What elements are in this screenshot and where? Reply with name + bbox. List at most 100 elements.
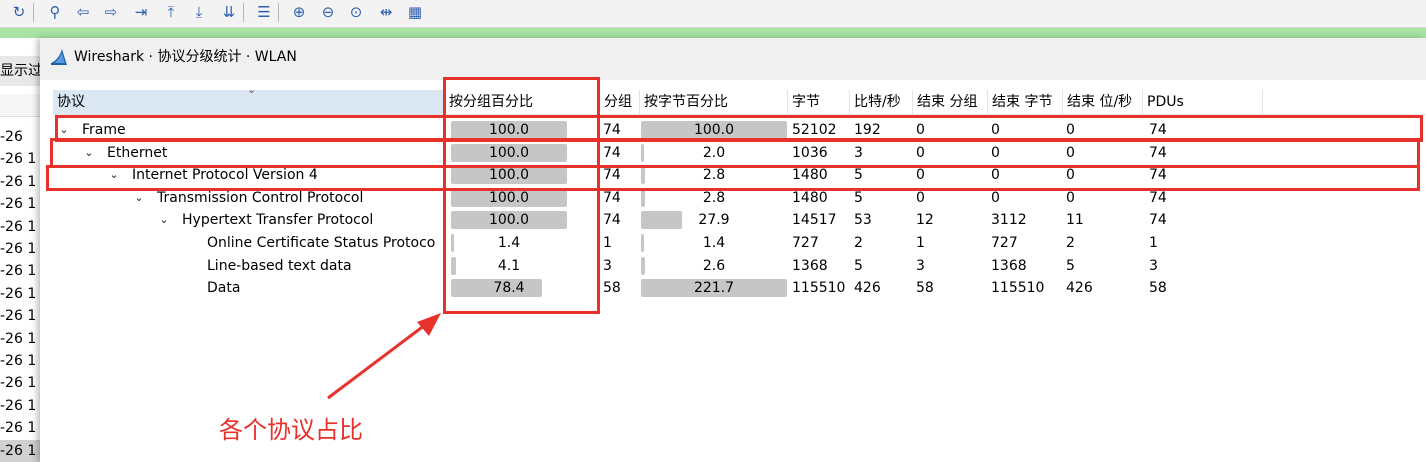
packets-cell: 58 [603,280,621,297]
resize-columns-icon[interactable]: ⇹ [375,1,397,23]
go-back-icon[interactable]: ⇦ [72,1,94,23]
bits-per-sec-cell: 53 [854,212,872,229]
table-row[interactable]: Data 78.4 221.7 58 115510 426 58 115510 426 58 [53,277,1426,299]
header-col-end-bytes[interactable]: 结束 字节 [988,90,1063,114]
packet-list-row[interactable]: -26 1 [0,350,40,372]
highlight-box-percent-column [443,77,600,314]
percent-bytes-bar: 27.9 [641,211,787,230]
table-row[interactable]: ⌄ Hypertext Transfer Protocol 100.0 27.9 74 1… [53,209,1426,231]
packet-list-row[interactable]: -26 1 [0,148,40,170]
end-bytes-cell: 727 [991,235,1018,251]
main-toolbar: ↻ ⚲ ⇦ ⇨ ⇥ ⤒ ⤓ ⇊ ☰ ⊕ ⊖ ⊙ ⇹ ▦ [0,0,1426,28]
packets-cell: 3 [603,257,612,274]
reload-icon[interactable]: ↻ [8,1,30,23]
bits-per-sec-cell: 5 [854,257,863,274]
end-bytes-cell: 115510 [991,280,1045,297]
window-title: Wireshark · 协议分级统计 · WLAN [74,49,297,65]
expand-chevron-icon[interactable]: ⌄ [157,209,171,231]
end-bytes-cell: 3112 [991,212,1027,229]
toolbar-separator [278,3,279,22]
packet-list-row[interactable]: -26 1 [0,372,40,394]
packet-list-header [0,94,40,117]
highlight-box-ipv4-row [46,165,1420,191]
bytes-cell: 115510 [792,280,846,297]
zoom-out-icon[interactable]: ⊖ [317,1,339,23]
end-bits-per-sec-cell: 11 [1066,212,1084,229]
packet-list-row[interactable]: -26 1 [0,305,40,327]
first-packet-icon[interactable]: ⤒ [160,1,182,23]
packet-list-row[interactable]: -26 1 [0,193,40,215]
end-bits-per-sec-cell: 2 [1066,235,1075,251]
packet-list-row[interactable]: -26 1 [0,216,40,238]
pdus-cell: 74 [1149,212,1167,229]
bits-per-sec-cell: 2 [854,235,863,251]
packet-list-row[interactable]: -26 1 [0,395,40,417]
table-row[interactable]: Online Certificate Status Protoco 1.4 1.4 1… [53,232,1426,254]
end-bits-per-sec-cell: 426 [1066,280,1093,297]
end-packets-cell: 1 [916,235,925,251]
window-titlebar[interactable]: Wireshark · 协议分级统计 · WLAN [40,38,1426,80]
packet-list-row[interactable]: -26 1 [0,238,40,260]
highlight-box-ethernet-row [50,138,1420,168]
packets-cell: 1 [603,235,612,251]
percent-bytes-bar-value: 2.6 [702,257,726,274]
pdus-cell: 3 [1149,257,1158,274]
grid-icon[interactable]: ▦ [404,1,426,23]
end-packets-cell: 3 [916,257,925,274]
packet-list-row[interactable]: -26 [0,126,40,148]
annotation-label: 各个协议占比 [219,416,363,444]
bytes-cell: 14517 [792,212,837,229]
normal-size-icon[interactable]: ⊙ [345,1,367,23]
end-bytes-cell: 1368 [991,257,1027,274]
percent-bytes-bar-value: 1.4 [702,235,726,251]
packet-list-row[interactable]: -26 1 [0,328,40,350]
colorize-icon[interactable]: ☰ [253,1,275,23]
autoscroll-icon[interactable]: ⇊ [218,1,240,23]
protocol-hierarchy-window: Wireshark · 协议分级统计 · WLAN 协议 按分组百分比 分组 按字节百… [40,38,1426,462]
toolbar-separator [243,3,244,22]
percent-bytes-bar: 1.4 [641,234,787,252]
go-to-packet-icon[interactable]: ⇥ [130,1,152,23]
header-col-packets[interactable]: 分组 [600,90,640,114]
packets-cell: 74 [603,212,621,229]
percent-bytes-bar-value: 221.7 [693,280,735,297]
packet-list-row[interactable]: -26 1 [0,439,40,462]
bits-per-sec-cell: 426 [854,280,881,297]
header-col-bytes[interactable]: 字节 [788,90,850,114]
pdus-cell: 1 [1149,235,1158,251]
header-col-end-packets[interactable]: 结束 分组 [913,90,988,114]
packet-list-row[interactable]: -26 1 [0,171,40,193]
display-filter-bar [0,28,1426,38]
end-packets-cell: 12 [916,212,934,229]
pdus-cell: 58 [1149,280,1167,297]
packet-list-row[interactable]: -26 1 [0,260,40,282]
wireshark-fin-icon [51,49,67,65]
protocol-name: Hypertext Transfer Protocol [182,212,374,229]
percent-bytes-bar: 2.6 [641,256,787,275]
protocol-name: Line-based text data [207,257,352,274]
bytes-cell: 1368 [792,257,828,274]
end-packets-cell: 58 [916,280,934,297]
table-header: 协议 按分组百分比 分组 按字节百分比 字节 比特/秒 结束 分组 结束 字节 结束 位/秒 PD… [53,83,1426,115]
table-row[interactable]: Line-based text data 4.1 2.6 3 1368 5 3 1368 5 3 [53,255,1426,277]
bytes-cell: 727 [792,235,819,251]
percent-bytes-bar-value: 2.8 [702,189,726,206]
protocol-name: Data [207,280,241,297]
find-icon[interactable]: ⚲ [44,1,66,23]
header-col-pdus[interactable]: PDUs [1143,90,1263,114]
percent-bytes-bar-value: 27.9 [698,212,730,229]
last-packet-icon[interactable]: ⤓ [188,1,210,23]
header-col-percent-bytes[interactable]: 按字节百分比 [640,90,788,114]
packet-list-row[interactable]: -26 1 [0,283,40,305]
header-col-bits-per-sec[interactable]: 比特/秒 [850,90,913,114]
sort-indicator-icon: ⌄ [247,83,257,96]
header-col-end-bits-per-sec[interactable]: 结束 位/秒 [1063,90,1143,114]
percent-bytes-bar: 2.8 [641,188,787,207]
protocol-name: Online Certificate Status Protoco [207,235,436,251]
go-forward-icon[interactable]: ⇨ [100,1,122,23]
packet-list-row[interactable]: -26 1 [0,417,40,439]
toolbar-separator [33,3,34,22]
zoom-in-icon[interactable]: ⊕ [288,1,310,23]
percent-bytes-bar: 221.7 [641,279,787,298]
end-bits-per-sec-cell: 5 [1066,257,1075,274]
